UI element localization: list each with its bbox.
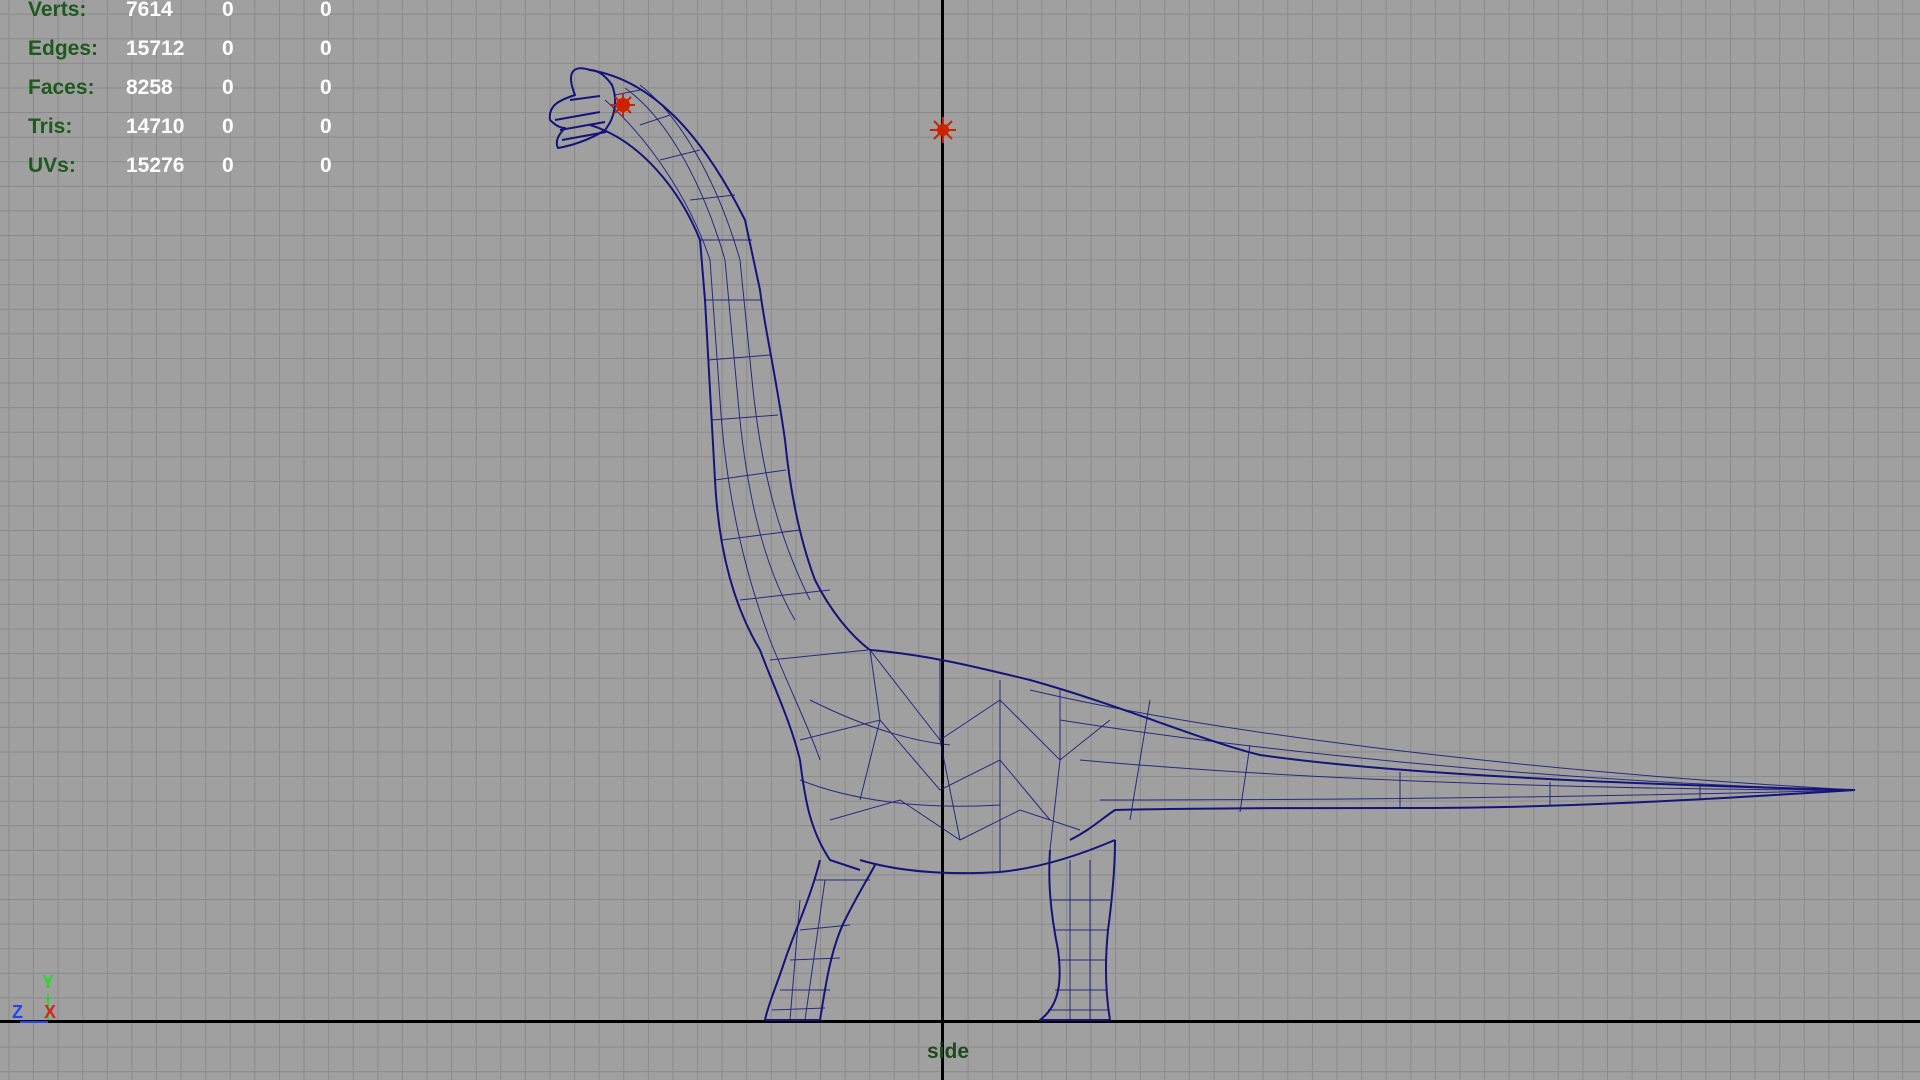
hud-components: 0 xyxy=(320,154,332,177)
hud-total: 14710 xyxy=(126,115,185,138)
axis-y-label: Y xyxy=(42,972,55,992)
camera-name-label: side xyxy=(927,1040,970,1063)
axis-x-label: X xyxy=(44,1002,57,1022)
hud-selected: 0 xyxy=(222,115,234,138)
hud-selected: 0 xyxy=(222,76,234,99)
hud-components: 0 xyxy=(320,37,332,60)
hud-label: Edges: xyxy=(28,37,99,60)
hud-total: 7614 xyxy=(126,0,173,21)
hud-label: Faces: xyxy=(28,76,95,99)
hud-label: Tris: xyxy=(28,115,73,138)
hud-total: 15712 xyxy=(126,37,185,60)
hud-components: 0 xyxy=(320,0,332,21)
hud-total: 15276 xyxy=(126,154,185,177)
view-axis-gizmo: Y Z X xyxy=(8,972,68,1032)
brachiosaurus-wireframe-model[interactable] xyxy=(0,0,1920,1080)
hud-selected: 0 xyxy=(222,154,234,177)
hud-selected: 0 xyxy=(222,0,234,21)
pivot-star-icon[interactable] xyxy=(930,117,956,143)
hud-total: 8258 xyxy=(126,76,173,99)
hud-components: 0 xyxy=(320,76,332,99)
hud-label: Verts: xyxy=(28,0,87,21)
mesh-edges xyxy=(604,84,1856,1021)
hud-selected: 0 xyxy=(222,37,234,60)
body-outline xyxy=(548,67,1856,1021)
hud-components: 0 xyxy=(320,115,332,138)
axis-z-label: Z xyxy=(12,1002,23,1022)
modeling-viewport-side[interactable]: Verts: 7614 0 0 Edges: 15712 0 0 Faces: … xyxy=(0,0,1920,1080)
hud-label: UVs: xyxy=(28,154,76,177)
